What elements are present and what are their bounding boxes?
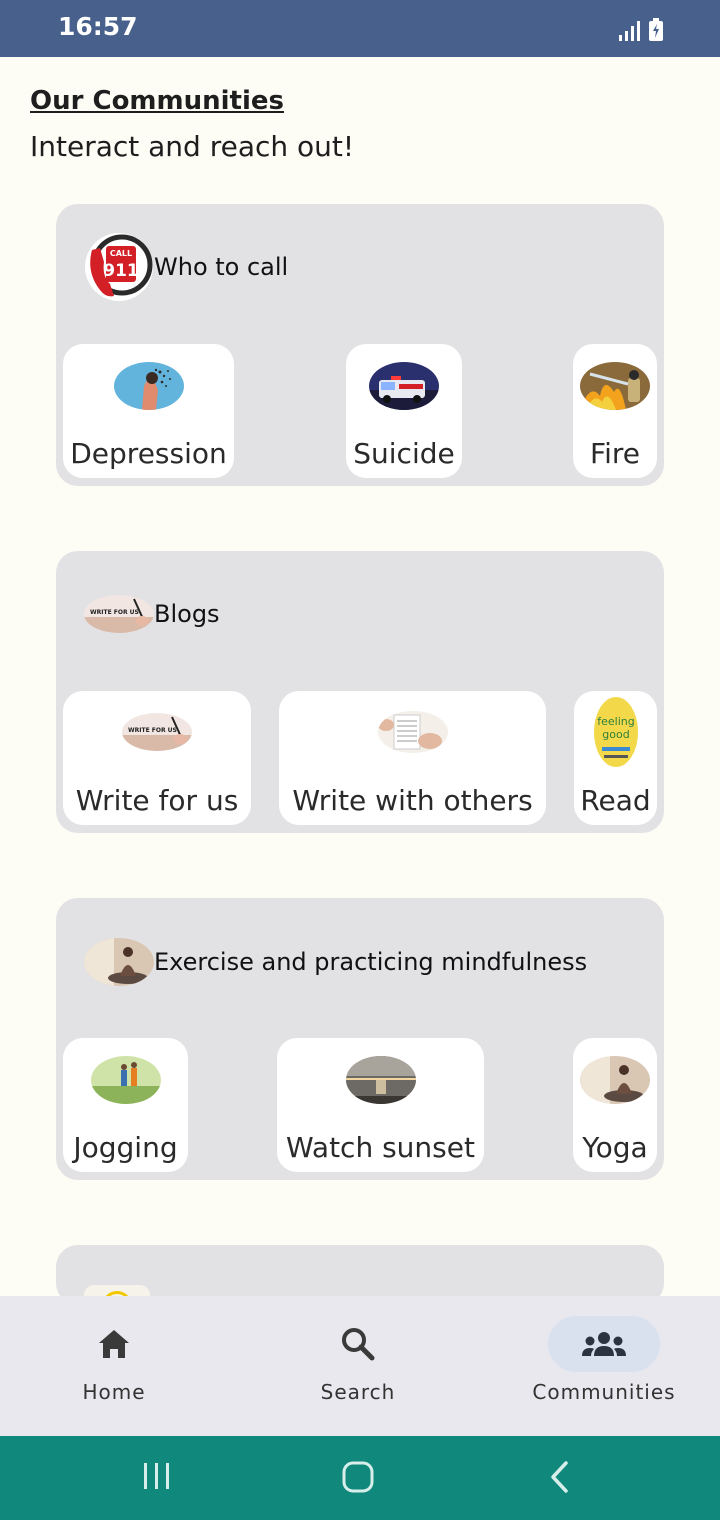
tile-label: Jogging — [73, 1131, 178, 1164]
tile-suicide[interactable]: Suicide — [346, 344, 462, 478]
svg-text:feeling: feeling — [597, 715, 634, 728]
groups-icon — [582, 1332, 626, 1356]
tile-label: Fire — [590, 437, 640, 470]
depression-image — [113, 362, 184, 410]
nav-communities[interactable]: Communities — [524, 1316, 684, 1404]
write-for-us-image: WRITE FOR US — [84, 595, 154, 633]
back-icon[interactable] — [548, 1460, 572, 1494]
tile-write-with-others[interactable]: Write with others — [279, 691, 546, 825]
ambulance-image — [369, 362, 439, 410]
tile-write-for-us[interactable]: WRITE FOR US Write for us — [63, 691, 251, 825]
tile-label: Write for us — [75, 784, 239, 817]
groups-icon-wrap — [548, 1316, 660, 1372]
page-title: Our Communities — [30, 86, 284, 116]
svg-text:911: 911 — [103, 261, 139, 281]
tile-label: Depression — [70, 437, 227, 470]
page-subtitle: Interact and reach out! — [30, 130, 355, 163]
write-for-us-image: WRITE FOR US — [122, 713, 192, 751]
tile-depression[interactable]: Depression — [63, 344, 234, 478]
tile-label: Watch sunset — [286, 1131, 475, 1164]
tile-read[interactable]: feeling good Read — [574, 691, 657, 825]
svg-text:WRITE FOR US: WRITE FOR US — [90, 609, 139, 616]
section-title: Who to call — [154, 253, 289, 281]
tile-watch-sunset[interactable]: Watch sunset — [277, 1038, 484, 1172]
home-button-icon[interactable] — [341, 1460, 375, 1494]
tile-label: Suicide — [353, 437, 455, 470]
jogging-image — [90, 1056, 161, 1104]
section-title: Exercise and practicing mindfulness — [154, 948, 588, 976]
tile-jogging[interactable]: Jogging — [63, 1038, 188, 1172]
home-icon — [99, 1330, 129, 1358]
writing-together-image — [377, 711, 448, 753]
tile-yoga[interactable]: Yoga — [573, 1038, 657, 1172]
nav-home[interactable]: Home — [34, 1316, 194, 1404]
signal-icon — [619, 21, 640, 41]
tile-label: Write with others — [292, 784, 533, 817]
tile-label: Read — [580, 784, 651, 817]
search-icon-wrap — [302, 1316, 414, 1372]
status-icons — [618, 18, 664, 42]
nav-label: Communities — [532, 1380, 676, 1404]
battery-icon — [649, 18, 663, 41]
status-bar: 16:57 — [0, 0, 720, 57]
bottom-navigation: Home Search Communities — [0, 1296, 720, 1436]
nav-search[interactable]: Search — [278, 1316, 438, 1404]
section-title: Blogs — [154, 600, 220, 628]
feeling-good-book-image: feeling good — [593, 697, 638, 767]
card-header: WRITE FOR US Blogs — [84, 595, 220, 633]
call-911-icon: CALL 911 — [84, 232, 154, 302]
svg-text:WRITE FOR US: WRITE FOR US — [128, 727, 177, 734]
sunset-image — [345, 1056, 416, 1104]
tile-label: Yoga — [582, 1131, 648, 1164]
svg-text:CALL: CALL — [110, 249, 132, 258]
system-navigation-bar — [0, 1436, 720, 1520]
nav-label: Search — [320, 1380, 396, 1404]
card-header: Exercise and practicing mindfulness — [84, 938, 587, 986]
search-icon — [342, 1328, 375, 1361]
recent-apps-icon[interactable] — [142, 1460, 172, 1492]
status-time: 16:57 — [58, 12, 138, 41]
community-card-who-to-call: CALL 911 Who to call Depression Suicide … — [56, 204, 664, 486]
meditation-image — [84, 938, 154, 986]
community-card-blogs: WRITE FOR US Blogs WRITE FOR US Write fo… — [56, 551, 664, 833]
firefighter-image — [580, 362, 650, 410]
nav-label: Home — [82, 1380, 146, 1404]
svg-text:good: good — [602, 728, 629, 741]
yoga-image — [580, 1056, 650, 1104]
home-icon-wrap — [58, 1316, 170, 1372]
card-header: CALL 911 Who to call — [84, 232, 288, 302]
tile-fire[interactable]: Fire — [573, 344, 657, 478]
community-card-exercise: Exercise and practicing mindfulness Jogg… — [56, 898, 664, 1180]
